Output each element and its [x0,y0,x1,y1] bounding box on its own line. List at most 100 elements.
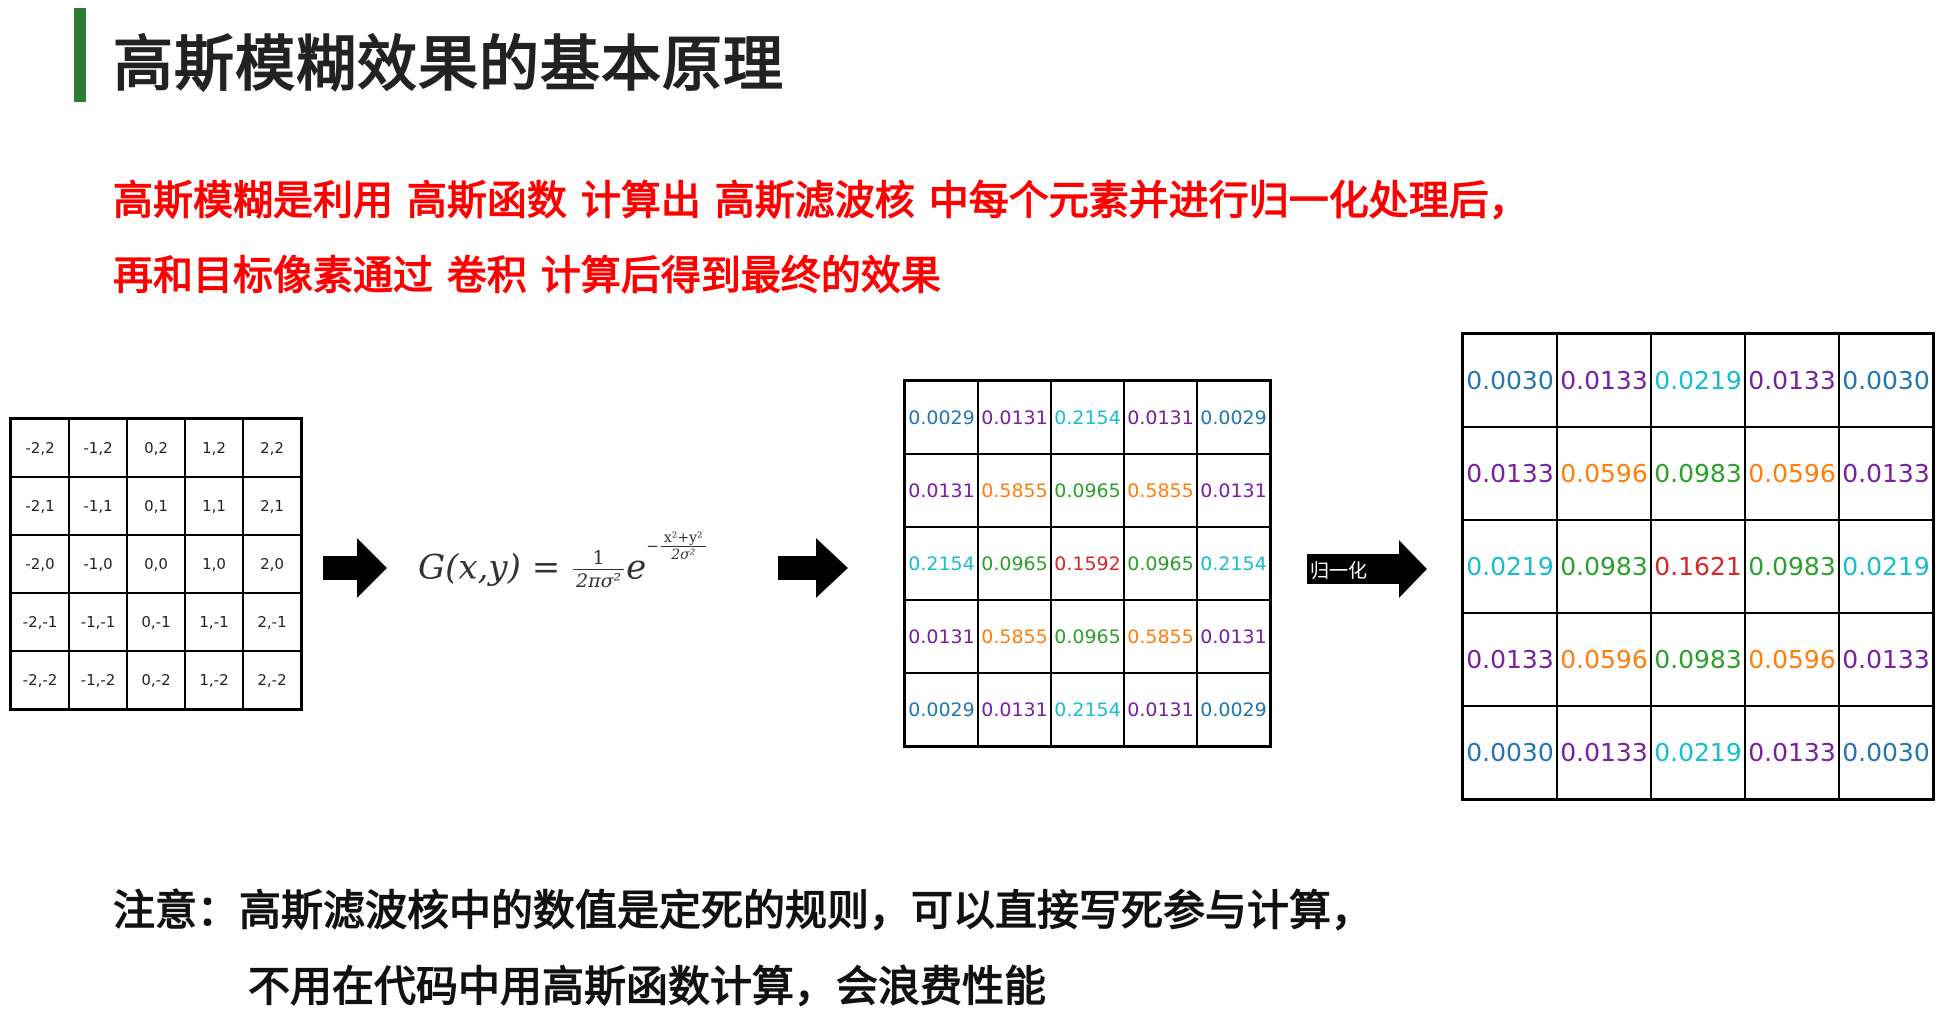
formula-lhs: G(x,y) = [418,547,561,588]
grid-row: 0.0029 0.0131 0.2154 0.0131 0.0029 [903,379,1272,455]
grid-cell: 0.0029 [903,672,979,748]
grid-cell: 0.0131 [1123,672,1198,748]
grid-cell: 0.0133 [1838,612,1935,707]
grid-cell: 0.0030 [1838,332,1935,428]
grid-cell: 0.2154 [1050,379,1125,455]
grid-row: 0.0131 0.5855 0.0965 0.5855 0.0131 [903,599,1272,674]
formula-exp-numerator: x²+y² [660,530,706,547]
grid-row: -2,1 -1,1 0,1 1,1 2,1 [9,476,303,536]
grid-row: -2,-1 -1,-1 0,-1 1,-1 2,-1 [9,592,303,652]
grid-row: 0.0030 0.0133 0.0219 0.0133 0.0030 [1461,332,1935,428]
grid-cell: -2,-2 [9,650,70,711]
grid-cell: 0.5855 [977,599,1052,674]
gaussian-kernel-grid: 0.0029 0.0131 0.2154 0.0131 0.0029 0.0131 0.58… [903,379,1272,748]
grid-cell: 1,0 [184,534,244,594]
grid-cell: -2,0 [9,534,70,594]
grid-cell: 0.0596 [1556,426,1652,521]
grid-cell: 0.2154 [1050,672,1125,748]
page-title: 高斯模糊效果的基本原理 [113,30,784,100]
description-line-1: 高斯模糊是利用 高斯函数 计算出 高斯滤波核 中每个元素并进行归一化处理后， [113,178,1529,224]
grid-cell: 2,0 [242,534,303,594]
grid-cell: 0.0133 [1556,705,1652,801]
grid-cell: 0.0133 [1556,332,1652,428]
grid-cell: 0.0029 [903,379,979,455]
grid-cell: 0.0131 [977,379,1052,455]
grid-cell: 0.0030 [1461,705,1558,801]
grid-cell: -1,0 [68,534,128,594]
grid-cell: 0.0219 [1461,519,1558,614]
grid-cell: 0,0 [126,534,186,594]
grid-cell: 0.0983 [1744,519,1840,614]
grid-cell: 0.0219 [1838,519,1935,614]
grid-cell: 0,1 [126,476,186,536]
formula-exp-fraction: x²+y² 2σ² [660,530,706,563]
grid-cell: 0.0219 [1650,332,1746,428]
grid-cell: 0.0965 [1050,453,1125,528]
grid-cell: 0.5855 [1123,599,1198,674]
grid-cell: 0,-2 [126,650,186,711]
grid-row: -2,0 -1,0 0,0 1,0 2,0 [9,534,303,594]
grid-cell: -1,1 [68,476,128,536]
grid-cell: 0.5855 [977,453,1052,528]
note-line-2: 不用在代码中用高斯函数计算，会浪费性能 [248,962,1047,1011]
grid-cell: 0.0965 [1123,526,1198,601]
grid-row: 0.0219 0.0983 0.1621 0.0983 0.0219 [1461,519,1935,614]
coordinate-grid: -2,2 -1,2 0,2 1,2 2,2 -2,1 -1,1 0,1 1,1 2,1 -2,0 -1… [9,417,303,711]
grid-cell: 0.0983 [1650,426,1746,521]
grid-cell: 0.5855 [1123,453,1198,528]
grid-row: -2,-2 -1,-2 0,-2 1,-2 2,-2 [9,650,303,711]
grid-cell: 0.2154 [903,526,979,601]
normalized-kernel-grid: 0.0030 0.0133 0.0219 0.0133 0.0030 0.0133 0.05… [1461,332,1935,801]
right-arrow-icon [323,538,387,598]
grid-cell: 0.0029 [1196,672,1272,748]
grid-cell: 0.0131 [1196,453,1272,528]
grid-cell: 0.1621 [1650,519,1746,614]
formula-base: e [626,547,647,588]
grid-cell: 0.0596 [1556,612,1652,707]
grid-cell: 0.0131 [903,453,979,528]
grid-row: 0.0133 0.0596 0.0983 0.0596 0.0133 [1461,426,1935,521]
formula-exp-sign: − [646,536,659,555]
normalize-label: 归一化 [1310,560,1368,582]
grid-row: 0.0131 0.5855 0.0965 0.5855 0.0131 [903,453,1272,528]
grid-row: 0.2154 0.0965 0.1592 0.0965 0.2154 [903,526,1272,601]
formula-exponent: − x²+y² 2σ² [646,530,707,563]
grid-cell: 0.0596 [1744,612,1840,707]
title-accent-bar [74,8,86,102]
grid-cell: -1,2 [68,417,128,478]
grid-row: 0.0029 0.0131 0.2154 0.0131 0.0029 [903,672,1272,748]
grid-cell: 0.0030 [1838,705,1935,801]
formula-coefficient: 1 2πσ² [573,547,625,592]
formula-coef-numerator: 1 [573,547,625,570]
grid-cell: 2,1 [242,476,303,536]
grid-cell: 0.0219 [1650,705,1746,801]
grid-cell: -1,-1 [68,592,128,652]
grid-cell: -2,-1 [9,592,70,652]
note-line-1: 注意：高斯滤波核中的数值是定死的规则，可以直接写死参与计算， [113,886,1374,935]
grid-cell: 1,2 [184,417,244,478]
grid-cell: 0.0965 [1050,599,1125,674]
grid-cell: 0.0131 [977,672,1052,748]
grid-cell: 0.0131 [903,599,979,674]
grid-cell: 0,-1 [126,592,186,652]
grid-cell: 0.0983 [1650,612,1746,707]
grid-cell: 1,-2 [184,650,244,711]
description-line-2: 再和目标像素通过 卷积 计算后得到最终的效果 [113,253,941,299]
grid-cell: -2,2 [9,417,70,478]
grid-cell: 0.0133 [1461,612,1558,707]
grid-cell: -2,1 [9,476,70,536]
formula-exp-denominator: 2σ² [671,547,696,563]
grid-cell: -1,-2 [68,650,128,711]
grid-cell: 0.0983 [1556,519,1652,614]
grid-cell: 0.0131 [1196,599,1272,674]
grid-row: 0.0030 0.0133 0.0219 0.0133 0.0030 [1461,705,1935,801]
grid-cell: 0.0133 [1744,705,1840,801]
grid-cell: 0.1592 [1050,526,1125,601]
grid-row: 0.0133 0.0596 0.0983 0.0596 0.0133 [1461,612,1935,707]
grid-cell: 2,-1 [242,592,303,652]
grid-cell: 0.0133 [1461,426,1558,521]
grid-cell: 0.0596 [1744,426,1840,521]
grid-cell: 0.0965 [977,526,1052,601]
grid-cell: 2,2 [242,417,303,478]
grid-cell: 0.0029 [1196,379,1272,455]
